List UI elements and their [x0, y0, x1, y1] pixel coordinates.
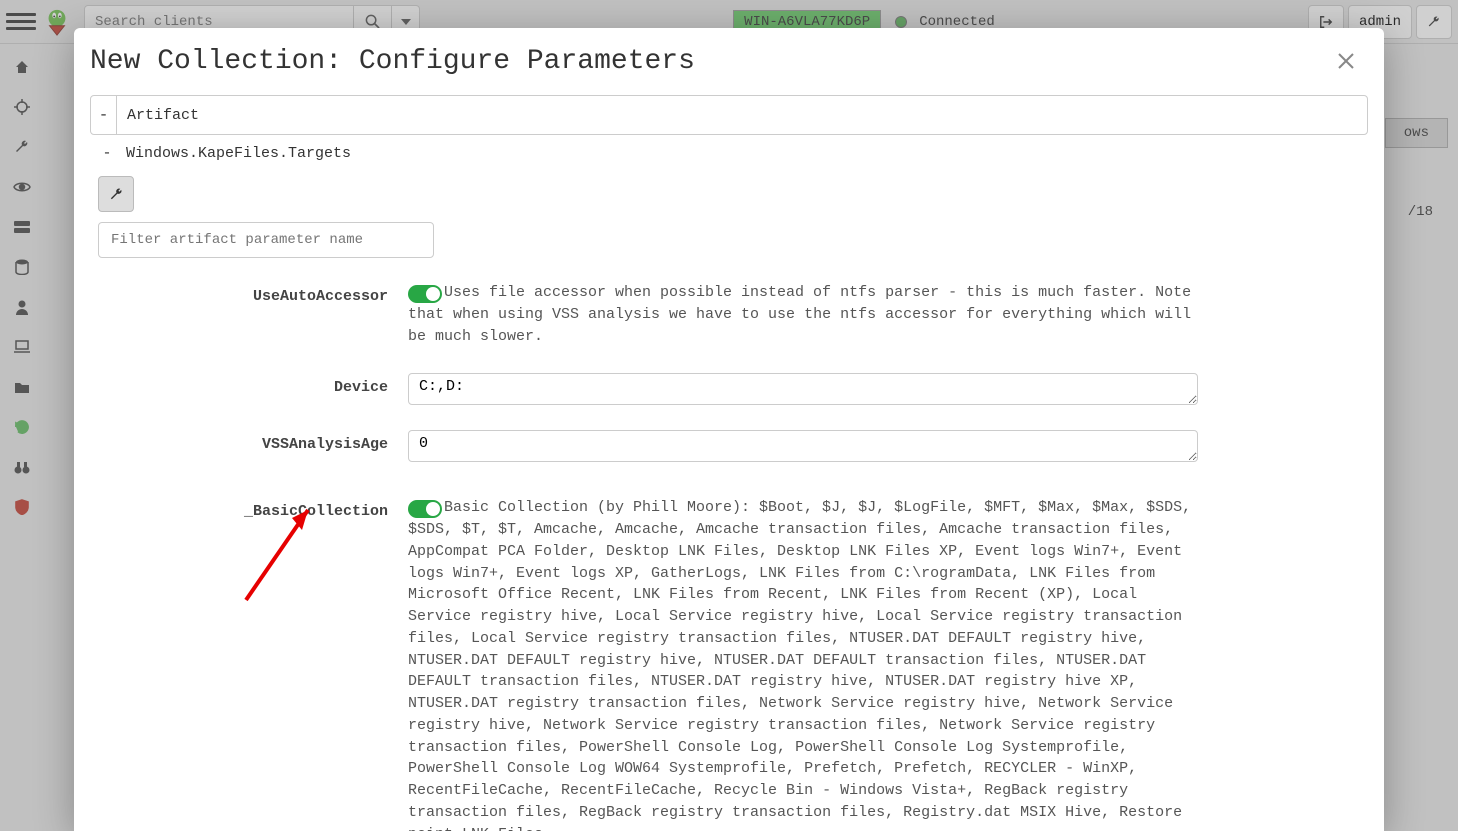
param-label: UseAutoAccessor — [90, 282, 408, 347]
artifact-header-label: Artifact — [117, 107, 209, 124]
modal-close-button[interactable] — [1336, 51, 1358, 73]
device-input[interactable]: C:,D: — [408, 373, 1198, 405]
param-row-device: Device C:,D: — [90, 367, 1368, 416]
artifact-accordion-header[interactable]: - Artifact — [90, 95, 1368, 135]
basiccollection-toggle[interactable] — [408, 500, 442, 518]
new-collection-modal: New Collection: Configure Parameters - A… — [74, 28, 1384, 831]
close-icon — [1336, 51, 1358, 71]
vssanalysisage-input[interactable]: 0 — [408, 430, 1198, 462]
param-label: Device — [90, 373, 408, 410]
useautoaccessor-toggle[interactable] — [408, 285, 442, 303]
wrench-icon — [109, 187, 124, 202]
artifact-name: Windows.KapeFiles.Targets — [126, 145, 351, 162]
param-row-vssanalysisage: VSSAnalysisAge 0 — [90, 424, 1368, 473]
param-description: Basic Collection (by Phill Moore): $Boot… — [408, 499, 1191, 831]
param-row-useautoaccessor: UseAutoAccessor Uses file accessor when … — [90, 276, 1368, 353]
collapse-icon: - — [91, 96, 117, 134]
param-label: VSSAnalysisAge — [90, 430, 408, 467]
modal-title: New Collection: Configure Parameters — [90, 46, 695, 77]
configure-tool-button[interactable] — [98, 176, 134, 212]
param-label: _BasicCollection — [90, 497, 408, 831]
param-description: Uses file accessor when possible instead… — [408, 284, 1191, 345]
param-row-basiccollection: _BasicCollection Basic Collection (by Ph… — [90, 491, 1368, 831]
collapse-icon: - — [98, 145, 116, 162]
artifact-item[interactable]: - Windows.KapeFiles.Targets — [90, 135, 1368, 172]
filter-parameter-input[interactable] — [98, 222, 434, 258]
